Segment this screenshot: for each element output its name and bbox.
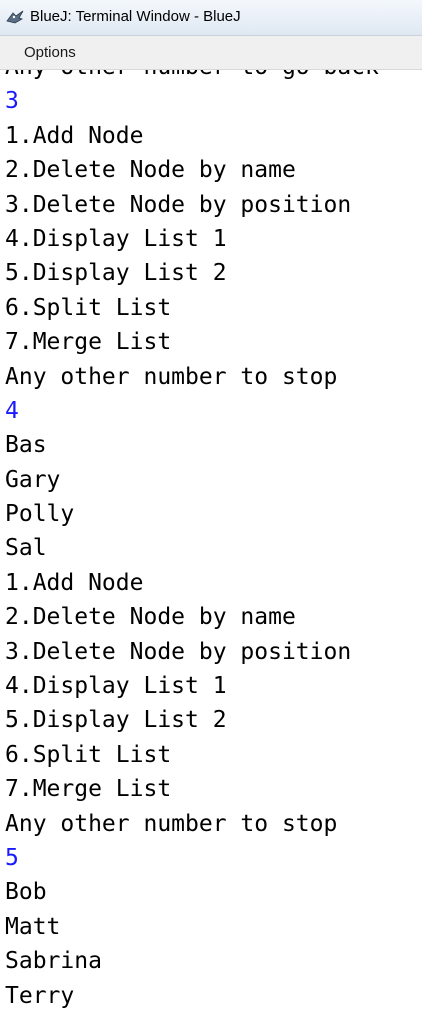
terminal-output-line: 1.Add Node bbox=[5, 122, 144, 149]
terminal-output-line: Gary bbox=[5, 466, 61, 493]
terminal-output-line: 4.Display List 1 bbox=[5, 225, 227, 252]
terminal-output-line: 2.Delete Node by name bbox=[5, 157, 296, 184]
bluej-bird-icon bbox=[6, 10, 24, 24]
title-bar[interactable]: BlueJ: Terminal Window - BlueJ bbox=[0, 0, 422, 36]
terminal-output-line: 6.Split List bbox=[5, 294, 172, 321]
terminal-output-line: Sabrina bbox=[5, 948, 102, 975]
terminal-output-line: 5.Display List 2 bbox=[5, 260, 227, 287]
terminal-output-line: Any other number to stop bbox=[5, 363, 338, 390]
terminal-window: BlueJ: Terminal Window - BlueJ Options A… bbox=[0, 0, 422, 1015]
terminal-input-line: 3 bbox=[5, 88, 19, 115]
terminal-lines: Any other number to go back 3 1.Add Node 2.… bbox=[5, 70, 379, 1013]
terminal-output-line: 2.Delete Node by name bbox=[5, 604, 296, 631]
terminal-output-line: 7.Merge List bbox=[5, 776, 172, 803]
terminal-output-line: 3.Delete Node by position bbox=[5, 191, 352, 218]
terminal-output-line: 4.Display List 1 bbox=[5, 673, 227, 700]
menu-bar: Options bbox=[0, 36, 422, 70]
terminal-input-line: 4 bbox=[5, 397, 19, 424]
terminal-output-line: Sal bbox=[5, 535, 47, 562]
terminal-output-line: Any other number to stop bbox=[5, 810, 338, 837]
terminal-output-line: 6.Split List bbox=[5, 741, 172, 768]
terminal-output-line: Terry bbox=[5, 982, 75, 1009]
terminal-output-line: 3.Delete Node by position bbox=[5, 638, 352, 665]
terminal-output-line: Polly bbox=[5, 501, 75, 528]
window-title: BlueJ: Terminal Window - BlueJ bbox=[30, 8, 241, 25]
terminal-output-line: 1.Add Node bbox=[5, 569, 144, 596]
terminal-input-line: 5 bbox=[5, 844, 19, 871]
menu-options[interactable]: Options bbox=[24, 44, 76, 61]
terminal-output-line: Any other number to go back bbox=[5, 70, 379, 84]
terminal-output[interactable]: Any other number to go back 3 1.Add Node 2.… bbox=[0, 70, 422, 1015]
terminal-output-line: Bas bbox=[5, 432, 47, 459]
terminal-output-line: Bob bbox=[5, 879, 47, 906]
terminal-output-line: 7.Merge List bbox=[5, 329, 172, 356]
terminal-output-line: Matt bbox=[5, 913, 61, 940]
terminal-output-line: 5.Display List 2 bbox=[5, 707, 227, 734]
